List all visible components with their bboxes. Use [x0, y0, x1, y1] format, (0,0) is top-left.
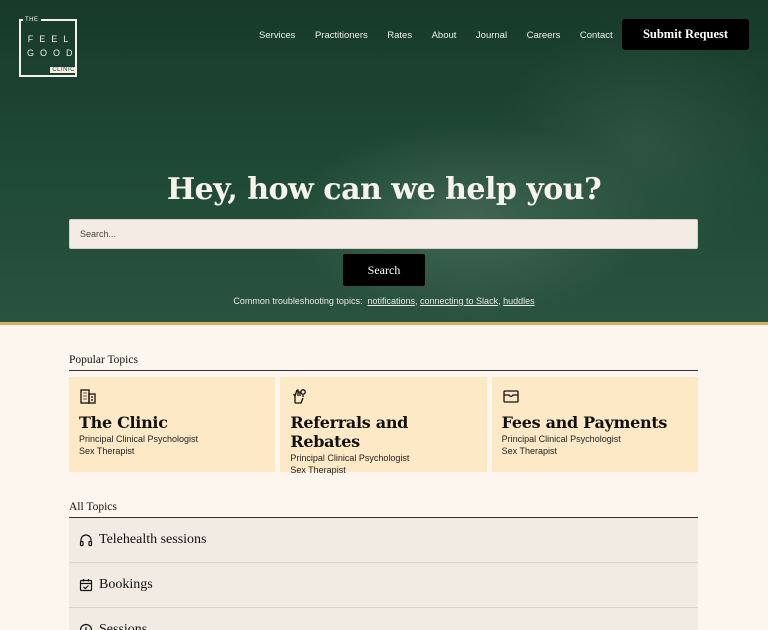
common-link-notifications[interactable]: notifications: [367, 296, 415, 306]
card-line-1: Principal Clinical Psychologist: [290, 453, 410, 463]
common-topics-label: Common troubleshooting topics:: [233, 296, 363, 306]
topic-card-referrals[interactable]: Referrals and Rebates Principal Clinical…: [280, 377, 487, 475]
topic-label: Telehealth sessions: [99, 532, 207, 547]
main-nav: Services Practitioners Rates About Journ…: [259, 30, 632, 41]
wallet-icon: [503, 390, 519, 403]
submit-request-button[interactable]: Submit Request: [622, 19, 749, 50]
all-topics-list: Telehealth sessions Bookings Sessions: [69, 518, 698, 630]
nav-link-rates[interactable]: Rates: [387, 30, 412, 41]
nav-link-contact[interactable]: Contact: [580, 30, 613, 41]
logo-clinic-text: CLINIC: [50, 67, 77, 73]
card-line-2: Sex Therapist: [501, 446, 558, 456]
hero-section: THE FEEL GOOD CLINIC Services Practition…: [0, 0, 768, 325]
popular-topics-heading: Popular Topics: [69, 354, 698, 371]
popular-topic-cards: The Clinic Principal Clinical Psychologi…: [69, 377, 698, 475]
card-line-2: Sex Therapist: [79, 446, 135, 456]
nav-link-journal[interactable]: Journal: [476, 30, 507, 41]
topic-label: Sessions: [99, 622, 148, 630]
logo-the-text: THE: [23, 17, 41, 23]
card-line-1: Principal Clinical Psychologist: [79, 434, 199, 444]
clock-icon: [79, 623, 93, 630]
topic-card-fees[interactable]: Fees and Payments Principal Clinical Psy…: [491, 377, 698, 472]
topic-label: Bookings: [99, 577, 153, 592]
nav-link-services[interactable]: Services: [259, 30, 295, 41]
common-topics: Common troubleshooting topics: notificat…: [233, 296, 535, 306]
card-title: Referrals and Rebates: [290, 413, 409, 451]
topic-row-bookings[interactable]: Bookings: [69, 563, 698, 608]
logo-good-text: GOOD: [27, 48, 79, 58]
topic-row-telehealth[interactable]: Telehealth sessions: [69, 518, 698, 563]
nav-link-careers[interactable]: Careers: [527, 30, 561, 41]
search-button[interactable]: Search: [343, 254, 425, 286]
calendar-check-icon: [79, 579, 93, 592]
card-line-1: Principal Clinical Psychologist: [501, 434, 621, 444]
headphones-icon: [79, 534, 93, 547]
card-title: The Clinic: [79, 413, 168, 432]
all-topics-heading: All Topics: [69, 501, 698, 518]
logo-feel-text: FEEL: [27, 34, 75, 44]
hand-coin-icon: [293, 389, 307, 404]
topic-row-sessions[interactable]: Sessions: [69, 608, 698, 630]
common-link-slack[interactable]: connecting to Slack: [420, 296, 498, 306]
search-input[interactable]: [69, 219, 698, 249]
building-icon: [80, 389, 96, 404]
common-link-huddles[interactable]: huddles: [503, 296, 535, 306]
topic-card-the-clinic[interactable]: The Clinic Principal Clinical Psychologi…: [69, 377, 276, 472]
clinic-logo[interactable]: THE FEEL GOOD CLINIC: [19, 17, 79, 77]
card-title: Fees and Payments: [501, 413, 668, 432]
nav-link-about[interactable]: About: [432, 30, 457, 41]
nav-link-practitioners[interactable]: Practitioners: [315, 30, 368, 41]
hero-title: Hey, how can we help you?: [166, 172, 602, 207]
card-line-2: Sex Therapist: [290, 465, 346, 475]
